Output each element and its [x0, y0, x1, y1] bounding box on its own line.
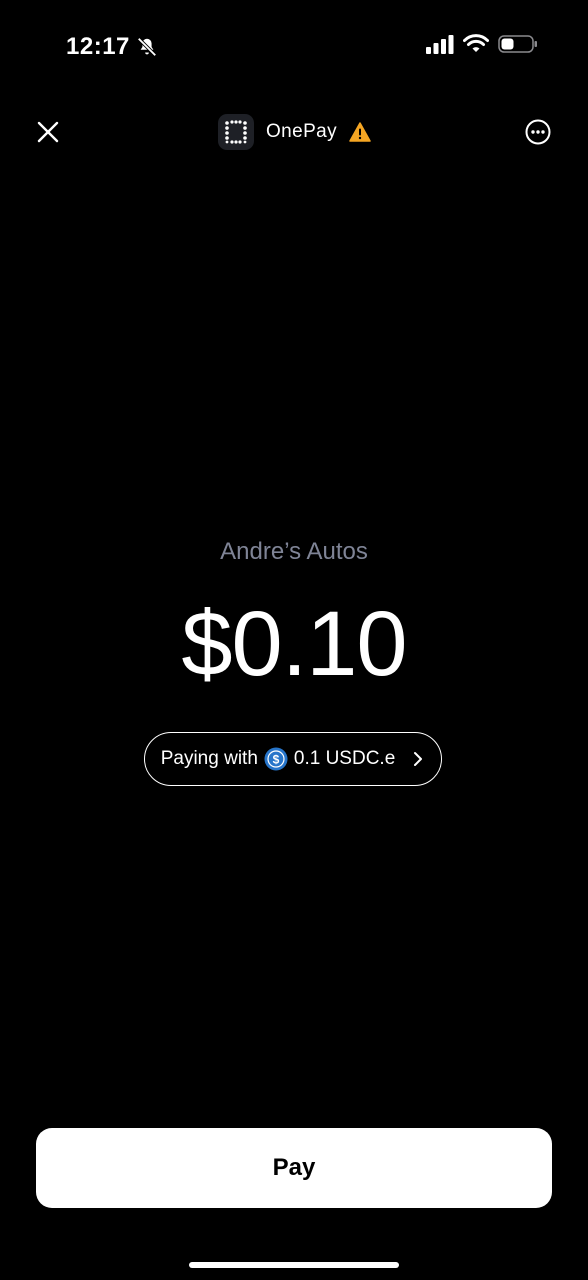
close-icon: [37, 121, 59, 143]
close-button[interactable]: [30, 114, 66, 150]
bell-slash-icon: [137, 37, 157, 57]
battery-icon: [498, 35, 537, 53]
payment-amount: $0.10: [181, 593, 407, 695]
token-amount: 0.1 USDC.e: [293, 748, 396, 769]
payment-screen: 12:17 OnePay Andre’s Autos $0.10 Paying …: [0, 0, 588, 1280]
more-options-icon: [525, 119, 551, 145]
status-bar: 12:17: [0, 0, 588, 96]
top-bar: OnePay: [0, 104, 588, 160]
wifi-icon: [463, 34, 489, 52]
app-name: OnePay: [266, 121, 338, 142]
paying-with-label: Paying with: [160, 748, 258, 769]
usdc-coin-icon: $: [264, 747, 288, 771]
warning-icon: [349, 122, 371, 142]
more-options-button[interactable]: [522, 116, 554, 148]
app-identity: OnePay: [218, 114, 371, 150]
svg-text:$: $: [273, 753, 280, 767]
pay-button[interactable]: Pay: [36, 1128, 552, 1208]
chevron-right-icon: [414, 752, 423, 766]
clock-text: 12:17: [66, 33, 130, 60]
status-time: 12:17: [66, 33, 158, 61]
cellular-signal-icon: [426, 35, 454, 54]
onepay-logo-icon: [218, 114, 254, 150]
home-indicator[interactable]: [189, 1262, 399, 1268]
status-icons: [426, 34, 538, 54]
payment-method-selector[interactable]: Paying with $ 0.1 USDC.e: [144, 732, 442, 786]
merchant-name: Andre’s Autos: [220, 538, 368, 565]
